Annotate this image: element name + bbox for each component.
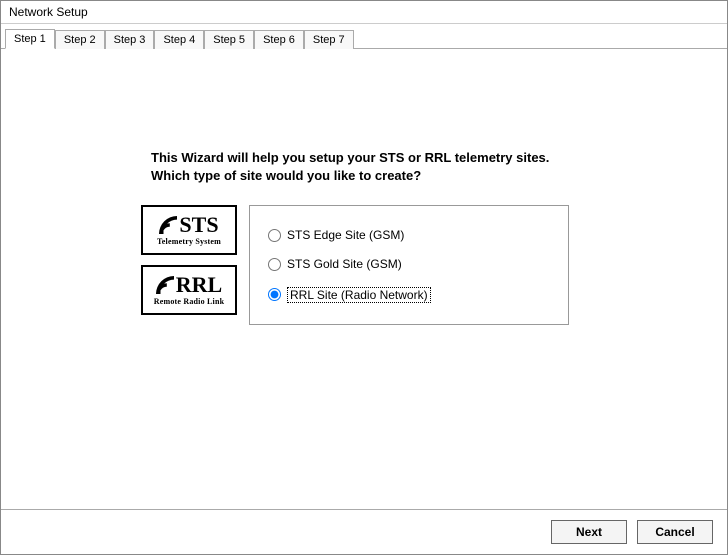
network-setup-window: Network Setup Step 1 Step 2 Step 3 Step … — [0, 0, 728, 555]
rrl-logo-sub: Remote Radio Link — [154, 297, 225, 306]
option-sts-edge-label: STS Edge Site (GSM) — [287, 228, 404, 242]
tab-step-7[interactable]: Step 7 — [304, 30, 354, 49]
wizard-footer: Next Cancel — [1, 509, 727, 554]
wizard-heading: This Wizard will help you setup your STS… — [151, 149, 707, 185]
window-title: Network Setup — [1, 1, 727, 24]
logo-column: STS Telemetry System RRL Remote Radio Li… — [141, 205, 237, 315]
tab-step-4[interactable]: Step 4 — [154, 30, 204, 49]
rrl-logo-main: RRL — [156, 274, 222, 296]
sts-logo-sub: Telemetry System — [157, 237, 221, 246]
radio-waves-icon — [159, 216, 177, 234]
radio-sts-edge[interactable] — [268, 229, 281, 242]
wizard-heading-line1: This Wizard will help you setup your STS… — [151, 150, 549, 165]
option-sts-gold-label: STS Gold Site (GSM) — [287, 257, 402, 271]
sts-logo-main: STS — [159, 214, 218, 236]
rrl-logo: RRL Remote Radio Link — [141, 265, 237, 315]
wizard-tabstrip: Step 1 Step 2 Step 3 Step 4 Step 5 Step … — [1, 24, 727, 49]
site-type-selection: STS Telemetry System RRL Remote Radio Li… — [141, 205, 707, 325]
tab-step-6[interactable]: Step 6 — [254, 30, 304, 49]
tab-step-2[interactable]: Step 2 — [55, 30, 105, 49]
tab-step-5[interactable]: Step 5 — [204, 30, 254, 49]
radio-sts-gold[interactable] — [268, 258, 281, 271]
option-sts-gold[interactable]: STS Gold Site (GSM) — [268, 257, 550, 271]
radio-waves-icon — [156, 276, 174, 294]
next-button[interactable]: Next — [551, 520, 627, 544]
tab-step-1[interactable]: Step 1 — [5, 29, 55, 49]
cancel-button[interactable]: Cancel — [637, 520, 713, 544]
tab-step-3[interactable]: Step 3 — [105, 30, 155, 49]
radio-rrl[interactable] — [268, 288, 281, 301]
option-rrl[interactable]: RRL Site (Radio Network) — [268, 287, 550, 303]
wizard-page-content: This Wizard will help you setup your STS… — [1, 49, 727, 509]
option-rrl-label: RRL Site (Radio Network) — [287, 287, 431, 303]
site-type-options: STS Edge Site (GSM) STS Gold Site (GSM) … — [249, 205, 569, 325]
option-sts-edge[interactable]: STS Edge Site (GSM) — [268, 228, 550, 242]
sts-logo: STS Telemetry System — [141, 205, 237, 255]
wizard-heading-line2: Which type of site would you like to cre… — [151, 168, 421, 183]
